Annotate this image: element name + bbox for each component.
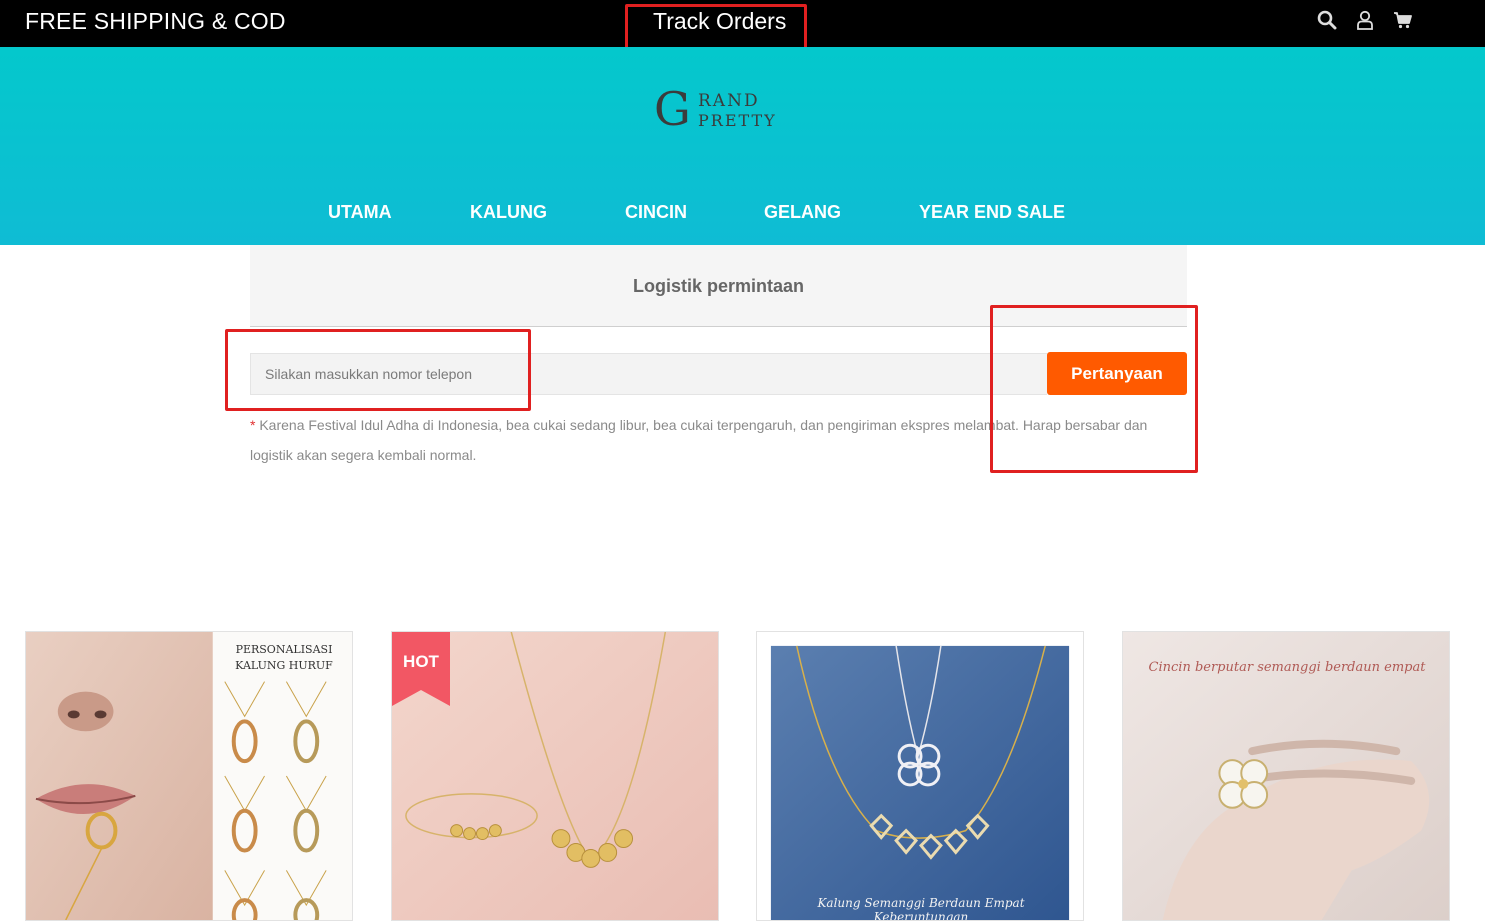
product-card-clover-necklace[interactable]: Kalung Semanggi Berdaun Empat Keberuntun… (756, 631, 1084, 921)
nav-item-kalung[interactable]: KALUNG (470, 202, 547, 223)
product-card-clover-ring[interactable]: Cincin berputar semanggi berdaun empat (1122, 631, 1450, 921)
logistics-title: Logistik permintaan (632, 276, 805, 296)
logo-letter: G (654, 82, 691, 136)
product-heading-line-1: PERSONALISASI (235, 643, 333, 656)
logistics-panel: Logistik permintaan (250, 245, 1187, 327)
logo-line-2: PRETTY (698, 111, 777, 130)
product-caption: Cincin berputar semanggi berdaun empat (1148, 660, 1426, 675)
holiday-notice: * Karena Festival Idul Adha di Indonesia… (250, 410, 1190, 470)
product-card-bead-necklace[interactable]: HOT (391, 631, 719, 921)
product-heading: PERSONALISASI KALUNG HURUF (214, 642, 352, 674)
phone-number-input[interactable] (250, 353, 1047, 395)
nav-item-year-end-sale[interactable]: YEAR END SALE (919, 202, 1065, 223)
product-heading-line-2: KALUNG HURUF (235, 659, 333, 672)
product-caption: Kalung Semanggi Berdaun Empat Keberuntun… (817, 896, 1025, 921)
logo-line-1: RAND (698, 91, 760, 111)
top-icons (1317, 10, 1413, 30)
brand-logo[interactable]: G RAND PRETTY (654, 82, 784, 136)
nav-item-gelang[interactable]: GELANG (764, 202, 841, 223)
nav-item-cincin[interactable]: CINCIN (625, 202, 687, 223)
query-button[interactable]: Pertanyaan (1047, 352, 1187, 395)
site-header: G RAND PRETTY UTAMA KALUNG CINCIN GELANG… (0, 47, 1485, 245)
notice-text: Karena Festival Idul Adha di Indonesia, … (250, 417, 1148, 463)
product-card-letter-necklace[interactable]: PERSONALISASI KALUNG HURUF (25, 631, 353, 921)
product-image (26, 632, 352, 920)
search-icon[interactable] (1317, 10, 1337, 30)
nav-item-utama[interactable]: UTAMA (328, 202, 392, 223)
user-icon[interactable] (1355, 10, 1375, 30)
product-image (757, 632, 1083, 920)
product-image (1123, 632, 1449, 920)
hot-badge-label: HOT (403, 652, 439, 671)
cart-icon[interactable] (1393, 10, 1413, 30)
top-bar: FREE SHIPPING & COD Track Orders (0, 0, 1485, 47)
free-shipping-text: FREE SHIPPING & COD (25, 8, 286, 34)
main-nav: UTAMA KALUNG CINCIN GELANG YEAR END SALE (0, 202, 1485, 226)
track-orders-link[interactable]: Track Orders (653, 8, 786, 35)
